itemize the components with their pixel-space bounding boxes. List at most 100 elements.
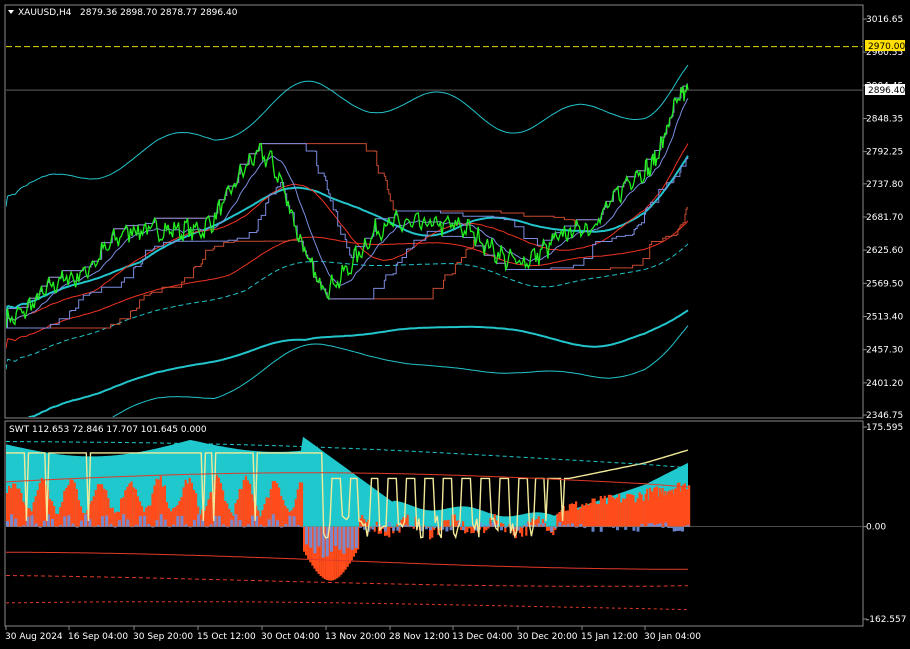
orange-histogram-bar bbox=[222, 490, 225, 527]
blue-histogram-bar bbox=[346, 526, 350, 548]
blue-histogram-bar bbox=[159, 514, 163, 527]
blue-histogram-bar bbox=[313, 526, 317, 554]
blue-histogram-bar bbox=[138, 516, 142, 527]
blue-histogram-bar bbox=[6, 521, 9, 527]
orange-histogram-bar bbox=[589, 502, 592, 527]
time-axis[interactable]: 30 Aug 2024 16 Sep 04:00 30 Sep 20:00 15 Oc… bbox=[5, 626, 701, 642]
upper-envelope-line bbox=[6, 64, 689, 207]
time-tick-label: 30 Dec 20:00 bbox=[517, 632, 578, 642]
time-tick-label: 15 Oct 12:00 bbox=[197, 632, 256, 642]
orange-histogram-bar bbox=[276, 483, 279, 527]
blue-histogram-bar bbox=[147, 524, 151, 527]
orange-histogram-bar bbox=[632, 495, 635, 527]
orange-histogram-bar bbox=[246, 480, 250, 527]
blue-histogram-bar bbox=[67, 515, 71, 527]
blue-histogram-bar bbox=[632, 526, 636, 531]
blue-histogram-bar bbox=[271, 514, 275, 527]
orange-histogram-bar bbox=[18, 488, 21, 527]
blue-histogram-bar bbox=[34, 523, 38, 527]
price-tick-label: 2792.25 bbox=[866, 148, 903, 158]
blue-histogram-bar bbox=[42, 520, 46, 527]
price-tick-label: 2625.60 bbox=[866, 246, 903, 256]
orange-histogram-bar bbox=[38, 483, 41, 527]
price-axis[interactable]: 3016.652960.552904.452848.352792.252737.… bbox=[863, 15, 903, 421]
orange-histogram-bar bbox=[59, 507, 62, 527]
orange-histogram-bar bbox=[57, 513, 60, 527]
indicator-values: 112.653 72.846 17.707 101.645 0.000 bbox=[32, 425, 207, 435]
blue-histogram-bar bbox=[681, 526, 684, 532]
price-tick-label: 2681.70 bbox=[866, 213, 903, 223]
indicator-tick-label: 175.595 bbox=[866, 423, 903, 433]
blue-histogram-bar bbox=[558, 522, 562, 527]
blue-histogram-bar bbox=[84, 514, 88, 527]
orange-histogram-bar bbox=[591, 498, 594, 527]
orange-histogram-bar bbox=[581, 504, 584, 527]
orange-histogram-bar bbox=[134, 489, 137, 527]
orange-histogram-bar bbox=[75, 489, 78, 527]
blue-histogram-bar bbox=[117, 520, 121, 527]
blue-histogram-bar bbox=[251, 515, 255, 527]
orange-histogram-bar bbox=[22, 501, 25, 527]
blue-histogram-bar bbox=[371, 526, 375, 530]
alert-level-label: 2970.00 bbox=[868, 42, 905, 52]
orange-histogram-bar bbox=[228, 508, 231, 527]
blue-histogram-bar bbox=[449, 526, 453, 531]
triangle-down-icon[interactable] bbox=[8, 10, 14, 14]
blue-histogram-bar bbox=[624, 526, 628, 530]
time-tick-label: 15 Jan 12:00 bbox=[581, 632, 638, 642]
blue-histogram-bar bbox=[288, 515, 292, 527]
orange-histogram-bar bbox=[595, 503, 598, 527]
blue-histogram-bar bbox=[334, 526, 338, 546]
orange-histogram-bar bbox=[572, 504, 576, 527]
main-price-plot[interactable] bbox=[6, 46, 862, 464]
orange-histogram-bar bbox=[284, 505, 287, 527]
red-ma-line bbox=[6, 143, 689, 329]
orange-histogram-bar bbox=[20, 493, 23, 527]
chart-canvas[interactable]: XAUUSD,H4 2879.36 2898.70 2878.77 2896.4… bbox=[0, 0, 910, 649]
orange-histogram-bar bbox=[151, 493, 154, 527]
time-tick-label: 16 Sep 04:00 bbox=[68, 632, 128, 642]
orange-histogram-bar bbox=[583, 505, 586, 527]
orange-histogram-bar bbox=[132, 487, 135, 527]
blue-histogram-bar bbox=[350, 526, 354, 550]
blue-histogram-bar bbox=[354, 526, 358, 549]
orange-histogram-bar bbox=[568, 504, 571, 527]
orange-histogram-bar bbox=[34, 496, 37, 527]
indicator-axis[interactable]: 175.595 0.00 -162.557 bbox=[863, 423, 906, 625]
blue-histogram-bar bbox=[172, 524, 176, 527]
swt-indicator-plot[interactable] bbox=[6, 436, 862, 611]
orange-histogram-bar bbox=[209, 492, 212, 527]
orange-histogram-bar bbox=[115, 511, 118, 527]
orange-histogram-bar bbox=[603, 495, 606, 527]
orange-histogram-bar bbox=[98, 484, 102, 527]
blue-histogram-bar bbox=[487, 524, 491, 527]
time-tick-label: 30 Sep 20:00 bbox=[133, 632, 193, 642]
orange-histogram-bar bbox=[587, 505, 590, 527]
orange-histogram-bar bbox=[642, 500, 645, 527]
orange-histogram-bar bbox=[226, 503, 229, 527]
orange-histogram-bar bbox=[626, 494, 629, 527]
blue-histogram-bar bbox=[79, 520, 83, 527]
chart-window[interactable]: XAUUSD,H4 2879.36 2898.70 2878.77 2896.4… bbox=[0, 0, 910, 649]
orange-histogram-bar bbox=[548, 526, 551, 531]
orange-histogram-bar bbox=[153, 485, 156, 527]
blue-histogram-bar bbox=[591, 526, 595, 532]
blue-histogram-bar bbox=[276, 520, 279, 527]
blue-histogram-bar bbox=[51, 519, 54, 527]
orange-histogram-bar bbox=[61, 501, 64, 527]
fast-ma-line bbox=[6, 98, 689, 329]
blue-histogram-bar bbox=[445, 526, 449, 532]
orange-histogram-bar bbox=[618, 493, 621, 527]
blue-histogram-bar bbox=[109, 523, 113, 527]
orange-histogram-bar bbox=[611, 497, 615, 527]
price-tick-label: 2848.35 bbox=[866, 114, 903, 124]
ohlc-values: 2879.36 2898.70 2878.77 2896.40 bbox=[80, 8, 238, 18]
orange-histogram-bar bbox=[605, 504, 608, 527]
orange-histogram-bar bbox=[298, 482, 301, 527]
orange-histogram-bar bbox=[443, 520, 446, 527]
blue-histogram-bar bbox=[396, 526, 400, 531]
orange-histogram-bar bbox=[261, 510, 264, 527]
lowest-dashed-band bbox=[6, 601, 688, 611]
orange-histogram-bar bbox=[597, 504, 600, 527]
orange-histogram-bar bbox=[470, 526, 473, 534]
